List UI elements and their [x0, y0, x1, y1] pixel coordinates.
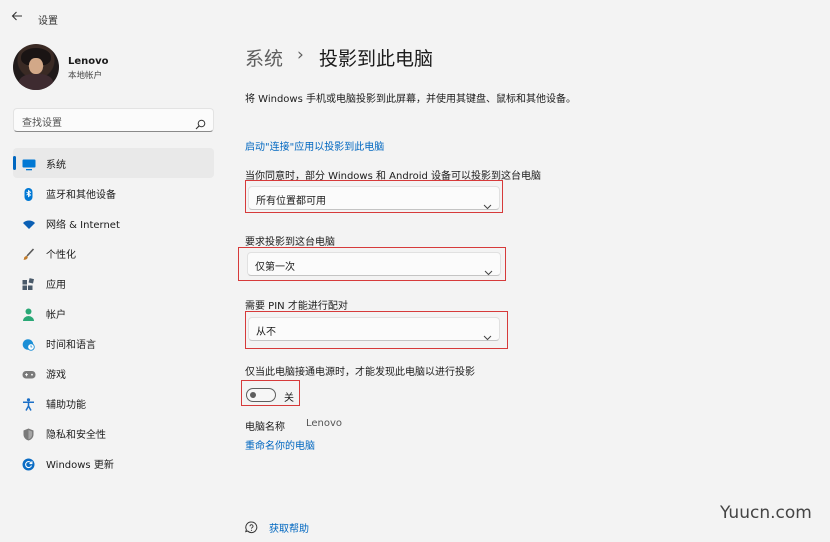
require-pin-label: 需要 PIN 才能进行配对: [245, 301, 348, 312]
update-icon: [22, 456, 35, 471]
gamepad-icon: [22, 366, 36, 379]
sidebar-item-label: Windows 更新: [46, 460, 114, 471]
title-bar: 设置: [0, 0, 830, 36]
sidebar-item-label: 辅助功能: [46, 400, 86, 411]
sidebar-item-privacy[interactable]: 隐私和安全性: [13, 418, 214, 448]
get-help-link[interactable]: 获取帮助: [269, 520, 309, 535]
page-title: 投影到此电脑: [319, 48, 434, 70]
sidebar-item-personalization[interactable]: 个性化: [13, 238, 214, 268]
sidebar-item-accessibility[interactable]: 辅助功能: [13, 388, 214, 418]
highlight-box: [238, 247, 506, 281]
sidebar-item-label: 蓝牙和其他设备: [46, 190, 116, 201]
sidebar-item-label: 个性化: [46, 250, 76, 261]
sidebar-item-label: 游戏: [46, 370, 66, 381]
highlight-box: [245, 180, 503, 213]
sidebar-item-system[interactable]: 系统: [13, 148, 214, 178]
sidebar-item-time-language[interactable]: 时间和语言: [13, 328, 214, 358]
search-icon[interactable]: [195, 115, 206, 130]
sidebar-item-label: 隐私和安全性: [46, 430, 106, 441]
brush-icon: [22, 246, 35, 260]
sidebar-item-network[interactable]: 网络 & Internet: [13, 208, 214, 238]
account-type: 本地帐户: [68, 71, 103, 81]
sidebar-item-label: 时间和语言: [46, 340, 96, 351]
search-placeholder: 查找设置: [22, 118, 62, 129]
wifi-icon: [22, 216, 35, 229]
globe-clock-icon: [22, 336, 35, 351]
bluetooth-icon: [22, 186, 35, 201]
shield-icon: [22, 426, 35, 441]
person-icon: [22, 306, 35, 321]
app-title: 设置: [38, 16, 58, 27]
user-name: Lenovo: [68, 56, 109, 67]
breadcrumb-separator: ›: [297, 45, 304, 65]
breadcrumb-parent[interactable]: 系统: [245, 44, 283, 71]
sidebar-item-apps[interactable]: 应用: [13, 268, 214, 298]
pc-name-value: Lenovo: [306, 418, 343, 429]
power-only-label: 仅当此电脑接通电源时，才能发现此电脑以进行投影: [245, 367, 475, 378]
back-arrow-icon[interactable]: [11, 10, 25, 24]
rename-pc-link[interactable]: 重命名你的电脑: [245, 437, 315, 452]
avatar: [13, 44, 59, 90]
ask-project-label: 要求投影到这台电脑: [245, 237, 335, 248]
watermark: Yuucn.com: [720, 503, 812, 523]
monitor-icon: [22, 156, 36, 171]
apps-icon: [22, 276, 35, 290]
sidebar-item-label: 帐户: [46, 310, 66, 321]
sidebar-nav: 系统 蓝牙和其他设备 网络 & Internet 个性化 应用 帐户 时间和语言…: [13, 148, 214, 478]
connect-app-link[interactable]: 启动"连接"应用以投影到此电脑: [245, 138, 384, 153]
sidebar-item-label: 网络 & Internet: [46, 220, 120, 231]
page-description: 将 Windows 手机或电脑投影到此屏幕，并使用其键盘、鼠标和其他设备。: [245, 94, 576, 105]
sidebar-item-bluetooth[interactable]: 蓝牙和其他设备: [13, 178, 214, 208]
search-input[interactable]: 查找设置: [13, 108, 214, 132]
highlight-box: [245, 311, 508, 349]
sidebar-item-gaming[interactable]: 游戏: [13, 358, 214, 388]
sidebar-item-accounts[interactable]: 帐户: [13, 298, 214, 328]
pc-name-label: 电脑名称: [245, 422, 285, 433]
accessibility-icon: [22, 396, 35, 411]
highlight-box: [241, 380, 300, 406]
sidebar-item-label: 系统: [46, 160, 66, 171]
sidebar-item-label: 应用: [46, 280, 66, 291]
sidebar-item-windows-update[interactable]: Windows 更新: [13, 448, 214, 478]
help-chat-icon[interactable]: [245, 519, 258, 534]
